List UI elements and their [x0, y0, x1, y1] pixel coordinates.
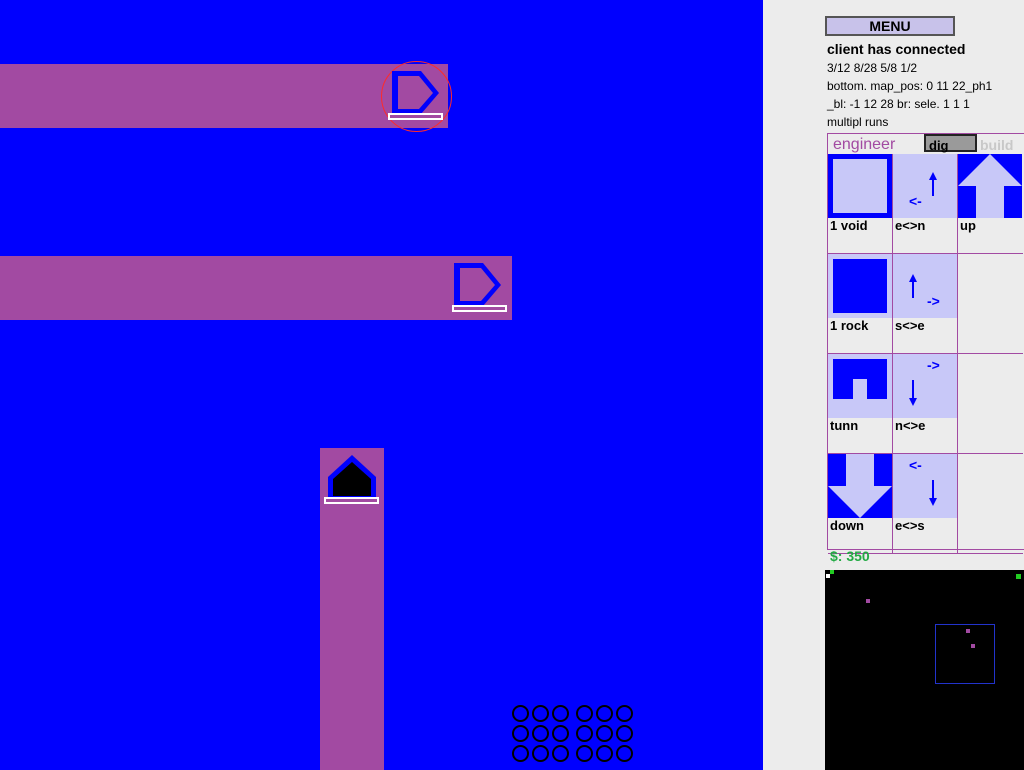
- status-line: multipl runs: [827, 115, 889, 129]
- tool-empty: [958, 454, 1023, 554]
- tool-turn-ne[interactable]: -> n<>e: [893, 354, 958, 454]
- tool-turn-se[interactable]: -> s<>e: [893, 254, 958, 354]
- svg-text:->: ->: [927, 293, 940, 309]
- tool-turn-en[interactable]: <- e<>n: [893, 154, 958, 254]
- menu-button[interactable]: MENU: [825, 16, 955, 36]
- tool-label: down: [830, 518, 864, 533]
- tab-dig[interactable]: dig: [924, 134, 977, 153]
- turn-north-east-icon: ->: [893, 354, 957, 418]
- tool-tunnel[interactable]: tunn: [828, 354, 893, 454]
- minimap-unit: [866, 599, 870, 603]
- minimap-marker: [826, 574, 830, 578]
- tool-empty: [958, 254, 1023, 354]
- toolbox: engineer dig build 1 void <- e<>n up 1 r…: [827, 133, 1024, 554]
- unit-health-bar: [452, 305, 507, 312]
- svg-text:->: ->: [927, 357, 940, 373]
- up-arrow-icon: [958, 154, 1022, 218]
- tool-up[interactable]: up: [958, 154, 1023, 254]
- minimap[interactable]: [825, 570, 1024, 770]
- svg-text:<-: <-: [909, 457, 922, 473]
- unit-health-bar: [324, 497, 379, 504]
- tool-rock[interactable]: 1 rock: [828, 254, 893, 354]
- money-counter: $: 350: [830, 548, 870, 564]
- rock-icon: [828, 254, 892, 318]
- tab-engineer[interactable]: engineer: [833, 136, 895, 154]
- tool-label: 1 void: [830, 218, 868, 233]
- unit-health-bar: [388, 113, 443, 120]
- tool-empty: [958, 354, 1023, 454]
- void-icon: [828, 154, 892, 218]
- tool-label: up: [960, 218, 976, 233]
- tool-label: e<>n: [895, 218, 926, 233]
- svg-text:<-: <-: [909, 193, 922, 209]
- turn-south-east-icon: ->: [893, 254, 957, 318]
- tab-build[interactable]: build: [980, 137, 1013, 153]
- minimap-marker: [830, 570, 834, 574]
- digger-unit-icon[interactable]: [451, 260, 509, 310]
- status-line: 3/12 8/28 5/8 1/2: [827, 61, 918, 75]
- tool-down[interactable]: down: [828, 454, 893, 554]
- tunnel-segment: [0, 256, 512, 320]
- digger-unit-icon[interactable]: [323, 452, 381, 502]
- turn-east-south-icon: <-: [893, 454, 957, 518]
- minimap-viewport[interactable]: [935, 624, 995, 684]
- turn-east-north-icon: <-: [893, 154, 957, 218]
- side-panel: MENU client has connected 3/12 8/28 5/8 …: [763, 0, 1024, 770]
- digger-unit-icon[interactable]: [387, 68, 445, 118]
- tool-turn-es[interactable]: <- e<>s: [893, 454, 958, 554]
- down-arrow-icon: [828, 454, 892, 518]
- tunnel-icon: [828, 354, 892, 418]
- status-line: _bl: -1 12 28 br: sele. 1 1 1: [827, 97, 970, 111]
- tool-label: e<>s: [895, 518, 925, 533]
- minimap-marker: [1016, 574, 1021, 579]
- tool-void[interactable]: 1 void: [828, 154, 893, 254]
- tool-label: n<>e: [895, 418, 926, 433]
- tool-label: s<>e: [895, 318, 925, 333]
- status-line: bottom. map_pos: 0 11 22_ph1: [827, 79, 993, 93]
- game-map[interactable]: [0, 0, 763, 770]
- tool-label: tunn: [830, 418, 859, 433]
- tool-label: 1 rock: [830, 318, 869, 333]
- connection-status: client has connected: [827, 41, 966, 57]
